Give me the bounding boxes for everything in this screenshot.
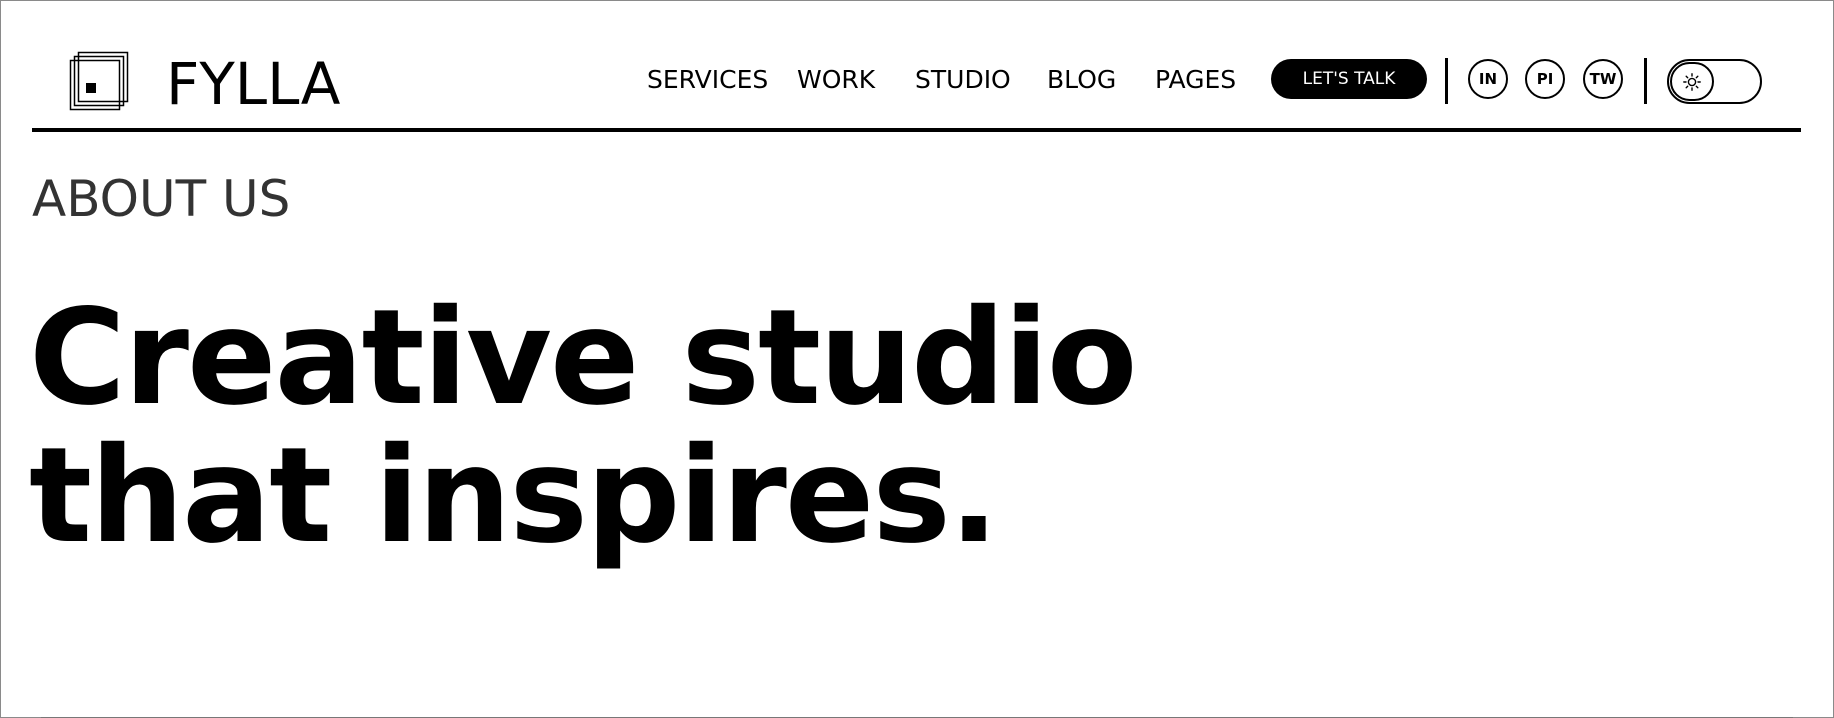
nav-item-studio[interactable]: STUDIO <box>915 63 1011 97</box>
social-link-tw[interactable]: TW <box>1583 59 1623 99</box>
sun-icon <box>1683 73 1701 91</box>
nav-item-work[interactable]: WORK <box>797 63 875 97</box>
nav-item-pages[interactable]: PAGES <box>1155 63 1236 97</box>
nav-item-services[interactable]: SERVICES <box>647 63 768 97</box>
theme-toggle-knob[interactable] <box>1670 62 1714 101</box>
brand-name[interactable]: FYLLA <box>166 49 340 119</box>
header-divider <box>1644 58 1647 104</box>
hero-headline: Creative studio that inspires. <box>29 281 1138 573</box>
logo-icon[interactable] <box>69 51 129 111</box>
lets-talk-button[interactable]: LET'S TALK <box>1271 59 1427 99</box>
nav-item-blog[interactable]: BLOG <box>1047 63 1116 97</box>
hero-headline-line-1: Creative studio <box>29 281 1138 435</box>
social-link-in[interactable]: IN <box>1468 59 1508 99</box>
header-divider <box>1445 58 1448 104</box>
hero-headline-line-2: that inspires. <box>29 419 999 573</box>
section-label: ABOUT US <box>32 170 291 228</box>
theme-toggle[interactable] <box>1667 59 1762 104</box>
browser-window: FYLLA SERVICES WORK STUDIO BLOG PAGES LE… <box>0 0 1834 718</box>
header-divider-line <box>32 128 1801 132</box>
social-link-pi[interactable]: PI <box>1525 59 1565 99</box>
